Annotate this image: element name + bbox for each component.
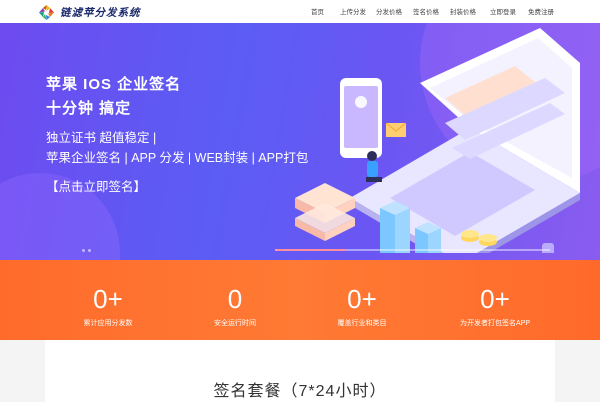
logo-text: 链滤苹分发系统 (60, 6, 141, 19)
nav-packaging-price[interactable]: 封装价格 (450, 6, 476, 16)
nav-distribution-price[interactable]: 分发价格 (376, 6, 402, 16)
stat-value: 0+ (480, 284, 510, 314)
slider-dots[interactable] (82, 249, 91, 252)
slider-progress-active (275, 249, 345, 251)
hero-cta-link[interactable]: 【点击立即签名】 (46, 176, 146, 195)
hero-subtitle-line2: 苹果企业签名 | APP 分发 | WEB封装 | APP打包 (46, 151, 309, 165)
nav-register[interactable]: 免费注册 (528, 6, 554, 16)
hero-title-line2: 十分钟 搞定 (46, 100, 132, 117)
hero-subtitle-line1: 独立证书 超值稳定 | (46, 131, 157, 145)
slider-progress (275, 249, 550, 251)
nav-upload[interactable]: 上传分发 (340, 6, 366, 16)
stat-value: 0+ (347, 284, 377, 314)
stat-label: 为开发者打包签名APP (459, 320, 530, 327)
nav-signing-price[interactable]: 签名价格 (413, 6, 439, 16)
logo-mark-icon (38, 4, 55, 21)
slider-dot[interactable] (82, 249, 85, 252)
nav-login[interactable]: 立即登录 (490, 6, 516, 16)
nav-home[interactable]: 首页 (311, 6, 324, 16)
site-header: 链滤苹分发系统 首页 上传分发 分发价格 签名价格 封装价格 立即登录 免费注册 (0, 0, 600, 23)
stats-strip: 0+ 累计应用分发数 0 安全运行时间 0+ 覆盖行业和类目 0+ 为开发者打包… (0, 260, 600, 340)
slider-dot[interactable] (88, 249, 91, 252)
hero-illustration (295, 28, 580, 253)
stat-value: 0+ (93, 284, 123, 314)
stat-value: 0 (227, 284, 243, 314)
stat-label: 安全运行时间 (214, 320, 256, 327)
site-logo[interactable]: 链滤苹分发系统 (38, 3, 141, 21)
packages-panel: 签名套餐（7*24小时） (45, 340, 555, 402)
hero-title-line1: 苹果 IOS 企业签名 (46, 76, 182, 93)
stat-label: 覆盖行业和类目 (337, 320, 387, 327)
stat-label: 累计应用分发数 (83, 320, 133, 327)
hero-banner[interactable]: 苹果 IOS 企业签名 十分钟 搞定 独立证书 超值稳定 | 苹果企业签名 | … (0, 23, 600, 260)
packages-title: 签名套餐（7*24小时） (213, 383, 387, 400)
